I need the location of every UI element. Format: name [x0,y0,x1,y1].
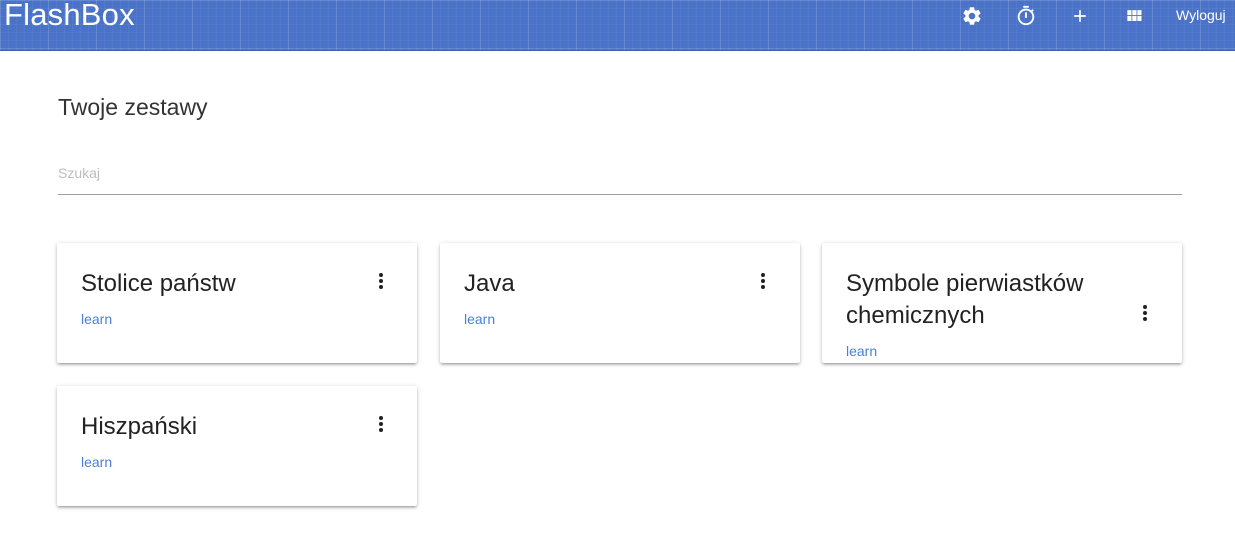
brand-logo[interactable]: FlashBox [4,0,135,34]
set-card: Symbole pierwiastków chemicznych learn [822,243,1182,363]
set-menu-button[interactable] [371,414,391,438]
settings-button[interactable] [959,3,985,29]
set-card: Stolice państw learn [57,243,417,363]
timer-button[interactable] [1013,3,1039,29]
learn-link[interactable]: learn [464,310,495,328]
more-vert-icon [1142,304,1148,327]
plus-icon [1070,6,1090,26]
set-menu-button[interactable] [1135,303,1155,327]
top-app-bar: FlashBox Wyloguj [0,0,1235,51]
learn-link[interactable]: learn [846,342,877,360]
set-title: Stolice państw [81,270,236,297]
set-title: Hiszpański [81,413,198,440]
set-menu-button[interactable] [753,271,773,295]
gear-icon [961,5,983,27]
logout-link[interactable]: Wyloguj [1176,6,1226,24]
page-title: Twoje zestawy [58,94,208,120]
add-set-button[interactable] [1067,3,1093,29]
more-vert-icon [378,415,384,438]
search-field [58,158,1182,195]
more-vert-icon [378,272,384,295]
set-card: Java learn [440,243,800,363]
apps-grid-button[interactable] [1121,3,1147,29]
learn-link[interactable]: learn [81,453,112,471]
search-input[interactable] [58,158,1182,188]
learn-link[interactable]: learn [81,310,112,328]
set-title: Symbole pierwiastków chemicznych [846,270,1084,329]
set-menu-button[interactable] [371,271,391,295]
set-card: Hiszpański learn [57,386,417,506]
set-title: Java [464,270,515,297]
more-vert-icon [760,272,766,295]
apps-grid-icon [1124,6,1144,26]
stopwatch-icon [1015,5,1037,27]
